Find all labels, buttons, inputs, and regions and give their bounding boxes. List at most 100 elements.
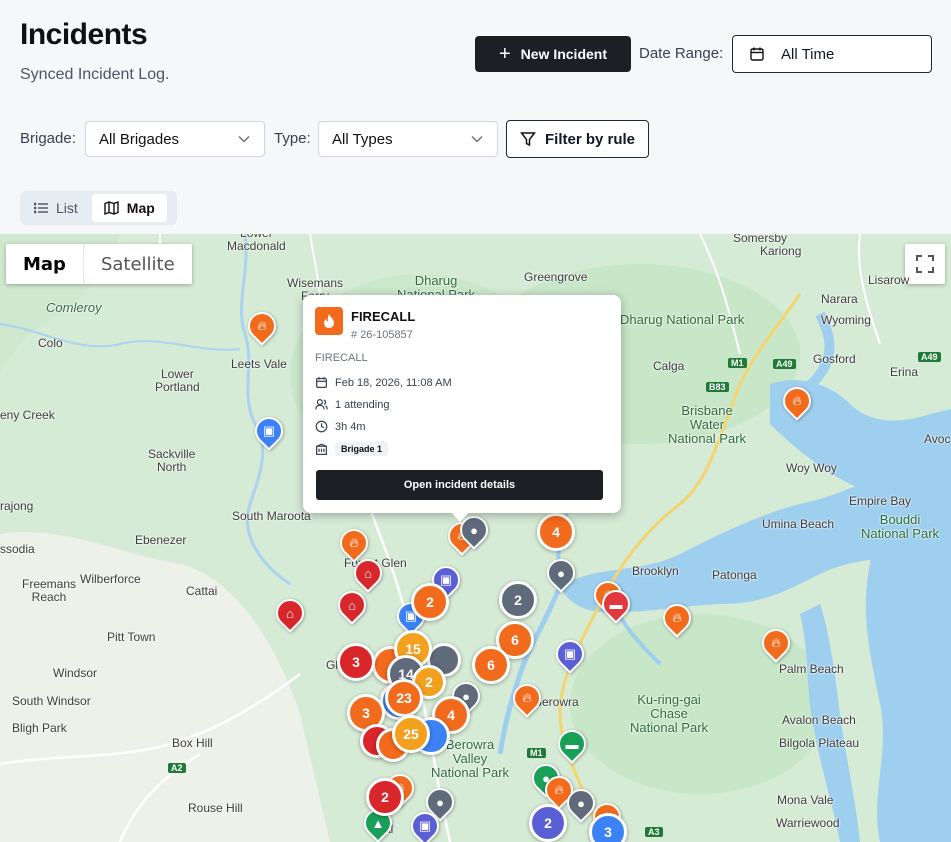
popup-duration: 3h 4m [335, 420, 366, 433]
incident-cluster[interactable]: 2 [499, 581, 537, 619]
place-label: Bouddi National Park [861, 512, 940, 541]
place-label: Pitt Town [107, 630, 156, 644]
type-select[interactable]: All Types [318, 121, 498, 157]
incident-cluster[interactable]: 2 [366, 778, 404, 816]
incident-cluster[interactable]: 23 [385, 679, 423, 717]
incident-marker-structure[interactable]: ⌂ [270, 593, 310, 635]
dot-icon: ● [557, 565, 565, 581]
popup-attending-row: 1 attending [315, 398, 389, 411]
place-label: South Windsor [12, 694, 91, 708]
filter-by-rule-button[interactable]: Filter by rule [506, 120, 649, 158]
fullscreen-button[interactable] [905, 244, 945, 284]
place-label: Mona Vale [777, 793, 834, 807]
road-shield: A3 [645, 827, 663, 837]
popup-number-value: 26-105857 [360, 329, 413, 341]
list-icon [34, 202, 48, 214]
place-label: Brisbane Water National Park [668, 403, 747, 446]
open-incident-details-button[interactable]: Open incident details [316, 470, 603, 500]
place-label: Ku-ring-gai Chase National Park [630, 692, 709, 735]
incident-marker-vehicle[interactable]: ▣ [550, 634, 590, 676]
new-incident-label: New Incident [520, 46, 608, 62]
popup-type: FIRECALL [315, 352, 368, 364]
road-shield: A49 [773, 359, 796, 369]
incident-marker-fire[interactable]: 🔥︎ [777, 381, 817, 423]
popup-duration-row: 3h 4m [315, 420, 366, 433]
incident-marker-truck[interactable]: ▬ [552, 724, 592, 766]
view-toggle: List Map [20, 191, 177, 225]
place-label: Colo [38, 336, 63, 350]
dot-icon: ● [436, 794, 444, 810]
incident-cluster[interactable]: 4 [537, 513, 575, 551]
flame-icon: 🔥︎ [792, 393, 802, 408]
incident-marker-fire[interactable]: 🔥︎ [756, 623, 796, 665]
popup-brigade-row: Brigade 1 [315, 442, 389, 456]
incident-marker-fire[interactable]: 🔥︎ [242, 306, 282, 348]
place-label: Wilberforce [80, 572, 141, 586]
place-label: Sackville North [148, 447, 196, 474]
incident-cluster[interactable]: 2 [529, 804, 567, 842]
place-label: Wyoming [821, 313, 871, 327]
car-icon: ▣ [563, 646, 577, 661]
place-label: Cattai [186, 584, 218, 598]
incident-marker-structure[interactable]: ⌂ [348, 553, 388, 595]
filter-icon [519, 132, 536, 147]
filter-by-rule-label: Filter by rule [544, 130, 636, 148]
incident-marker-vehicle[interactable]: ▣ [249, 411, 289, 453]
flame-icon: 🔥︎ [522, 690, 532, 705]
incident-cluster[interactable]: 2 [411, 583, 449, 621]
incident-cluster[interactable]: 25 [392, 715, 430, 753]
page-subtitle: Synced Incident Log. [20, 66, 170, 83]
place-label: Avalon Beach [782, 713, 856, 727]
place-label: Woy Woy [786, 461, 837, 475]
flame-icon [315, 307, 343, 335]
place-label: Warriewood [776, 816, 840, 830]
map-view-tab[interactable]: Map [91, 194, 167, 222]
incident-marker-fire[interactable]: 🔥︎ [507, 678, 547, 720]
list-view-tab[interactable]: List [22, 194, 90, 222]
users-icon [315, 399, 328, 410]
date-range-picker[interactable]: All Time [732, 35, 932, 73]
brigade-select[interactable]: All Brigades [85, 121, 265, 157]
place-label: Leets Vale [231, 357, 287, 371]
new-incident-button[interactable]: + New Incident [475, 36, 631, 72]
map-type-map[interactable]: Map [6, 244, 84, 284]
road-shield: A2 [168, 763, 186, 773]
incident-popup: FIRECALL # 26-105857 FIRECALL Feb 18, 20… [303, 295, 621, 522]
place-label: Lower Portland [155, 367, 200, 394]
popup-incident-number: # 26-105857 [351, 329, 413, 341]
incident-cluster[interactable]: 3 [337, 643, 375, 681]
map-icon [104, 201, 119, 215]
road-shield: M1 [728, 358, 747, 368]
incident-marker-other[interactable]: ● [541, 553, 581, 595]
road-shield: M1 [527, 748, 546, 758]
calendar-icon [750, 47, 764, 61]
flame-icon: 🔥︎ [257, 318, 267, 333]
truck-icon: ▬ [565, 736, 579, 752]
place-label: Windsor [53, 666, 98, 680]
incident-marker-fire[interactable]: 🔥︎ [657, 598, 697, 640]
place-label: Bligh Park [12, 721, 67, 735]
place-label: Erina [890, 365, 919, 379]
brigade-select-value: All Brigades [99, 130, 180, 148]
incident-marker-vehicle[interactable]: ▣ [405, 806, 445, 842]
map-type-satellite[interactable]: Satellite [84, 244, 192, 284]
place-label: Rouse Hill [188, 801, 243, 815]
list-view-label: List [56, 200, 78, 216]
incident-cluster[interactable]: 6 [472, 646, 510, 684]
incident-marker-other[interactable]: ● [561, 783, 601, 825]
place-label: South Maroota [232, 509, 311, 523]
incident-marker-structure[interactable]: ⌂ [332, 585, 372, 627]
map-view-label: Map [126, 200, 155, 216]
house-fire-icon: ⌂ [286, 605, 294, 621]
type-label: Type: [274, 130, 311, 147]
place-label: Lower Macdonald [227, 234, 286, 253]
map-type-control: Map Satellite [6, 244, 192, 284]
place-label: Dharug National Park [620, 312, 745, 327]
flame-icon: 🔥︎ [349, 535, 359, 550]
place-label: Greengrove [524, 270, 588, 284]
incident-marker-truck[interactable]: ▬ [596, 584, 636, 626]
popup-attending: 1 attending [335, 398, 390, 411]
plus-icon: + [498, 43, 511, 65]
popup-brigade-chip: Brigade 1 [335, 442, 389, 456]
place-label: ssodia [0, 542, 35, 556]
